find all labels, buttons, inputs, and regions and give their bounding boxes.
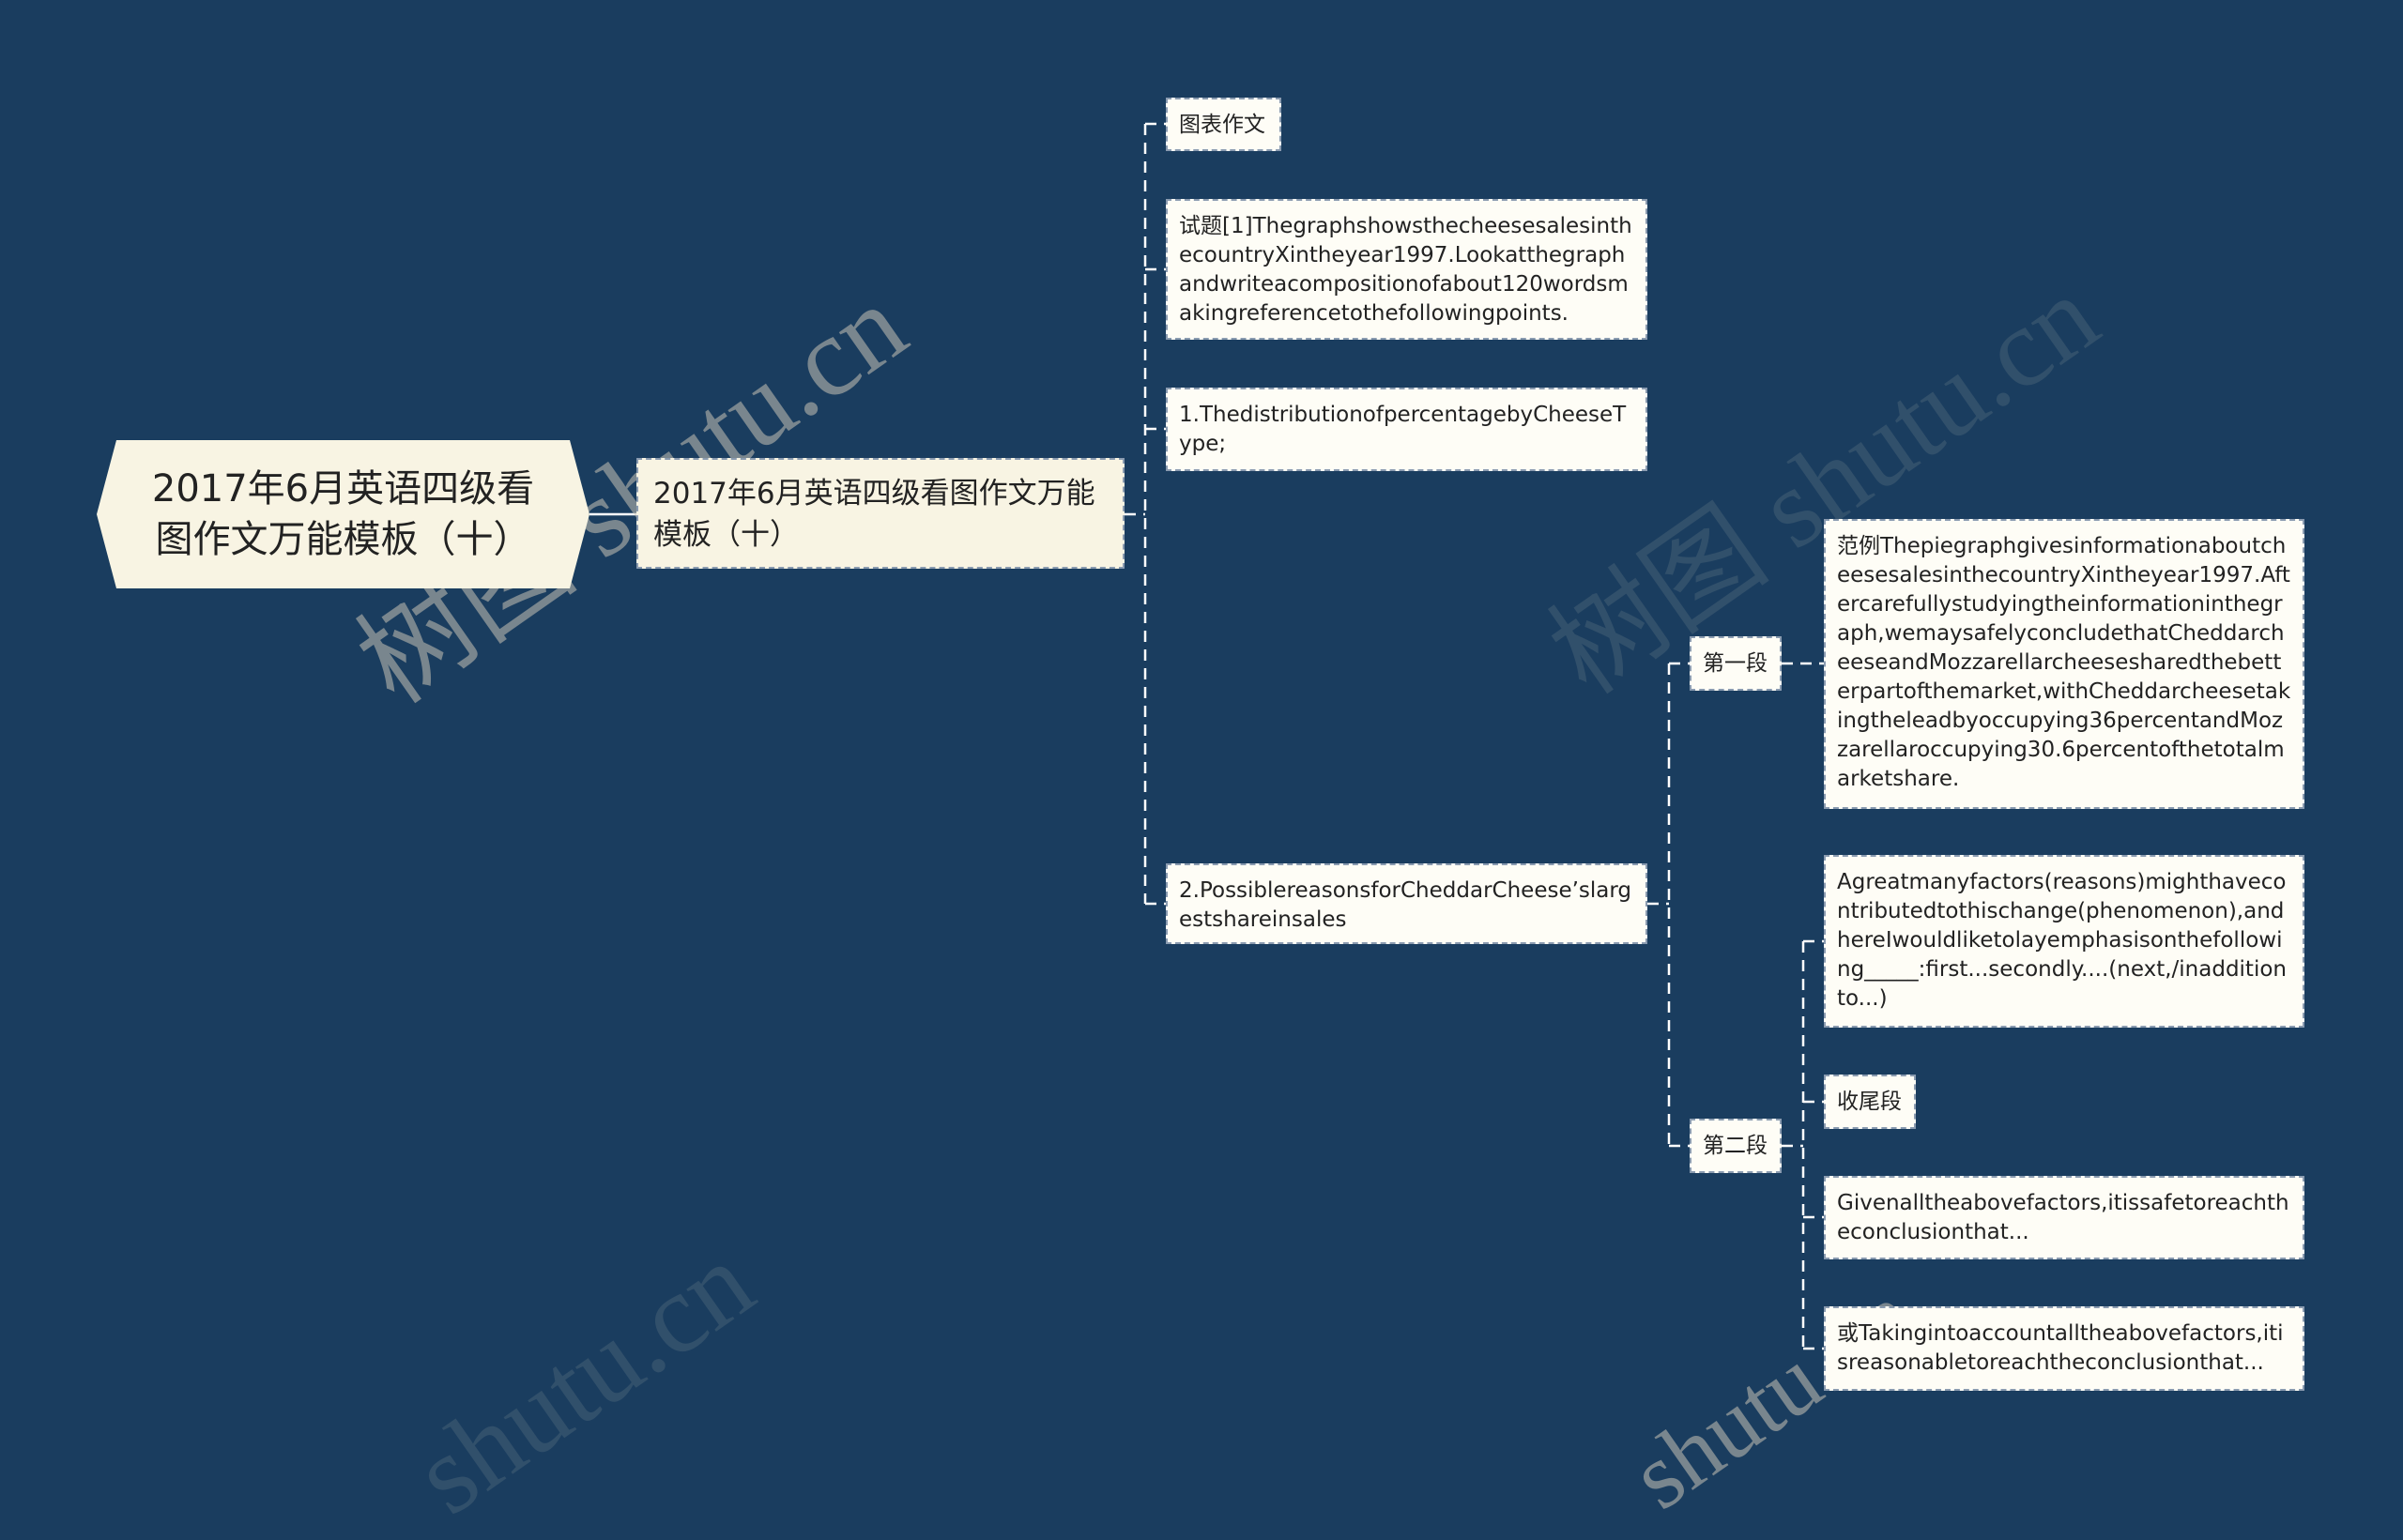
content-label: 范例Thepiegraphgivesinformationaboutcheese… <box>1837 534 2291 791</box>
subtopic-node[interactable]: 2.PossiblereasonsforCheddarCheese’slarge… <box>1166 863 1647 944</box>
subtopic-node[interactable]: 试题[1]Thegraphshowsthecheesesalesinthecou… <box>1166 199 1647 340</box>
content-node[interactable]: 或Takingintoaccountalltheabovefactors,iti… <box>1824 1306 2304 1391</box>
root-node[interactable]: 2017年6月英语四级看图作文万能模板（十） <box>97 440 589 588</box>
topic-node[interactable]: 2017年6月英语四级看图作文万能模板（十） <box>636 458 1125 569</box>
subtopic-label: 试题[1]Thegraphshowsthecheesesalesinthecou… <box>1179 214 1632 326</box>
content-node[interactable]: Givenalltheabovefactors,itissafetoreacht… <box>1824 1176 2304 1259</box>
content-node[interactable]: 收尾段 <box>1824 1075 1916 1129</box>
content-label: 或Takingintoaccountalltheabovefactors,iti… <box>1837 1321 2284 1375</box>
subtopic-node[interactable]: 1.ThedistributionofpercentagebyCheeseTyp… <box>1166 388 1647 471</box>
subtopic-label: 图表作文 <box>1179 113 1265 137</box>
content-label: 收尾段 <box>1837 1090 1902 1114</box>
content-label: Agreatmanyfactors(reasons)mighthavecontr… <box>1837 870 2287 1011</box>
content-node[interactable]: Agreatmanyfactors(reasons)mighthavecontr… <box>1824 855 2304 1028</box>
content-label: Givenalltheabovefactors,itissafetoreacht… <box>1837 1191 2289 1244</box>
paragraph-label: 第二段 <box>1703 1134 1768 1158</box>
root-node-label: 2017年6月英语四级看图作文万能模板（十） <box>151 467 535 561</box>
paragraph-node[interactable]: 第一段 <box>1690 636 1782 691</box>
subtopic-label: 2.PossiblereasonsforCheddarCheese’slarge… <box>1179 878 1632 932</box>
paragraph-node[interactable]: 第二段 <box>1690 1119 1782 1173</box>
subtopic-label: 1.ThedistributionofpercentagebyCheeseTyp… <box>1179 403 1627 456</box>
subtopic-node[interactable]: 图表作文 <box>1166 98 1281 151</box>
content-node[interactable]: 范例Thepiegraphgivesinformationaboutcheese… <box>1824 519 2304 809</box>
topic-node-label: 2017年6月英语四级看图作文万能模板（十） <box>653 477 1095 552</box>
paragraph-label: 第一段 <box>1703 651 1768 676</box>
